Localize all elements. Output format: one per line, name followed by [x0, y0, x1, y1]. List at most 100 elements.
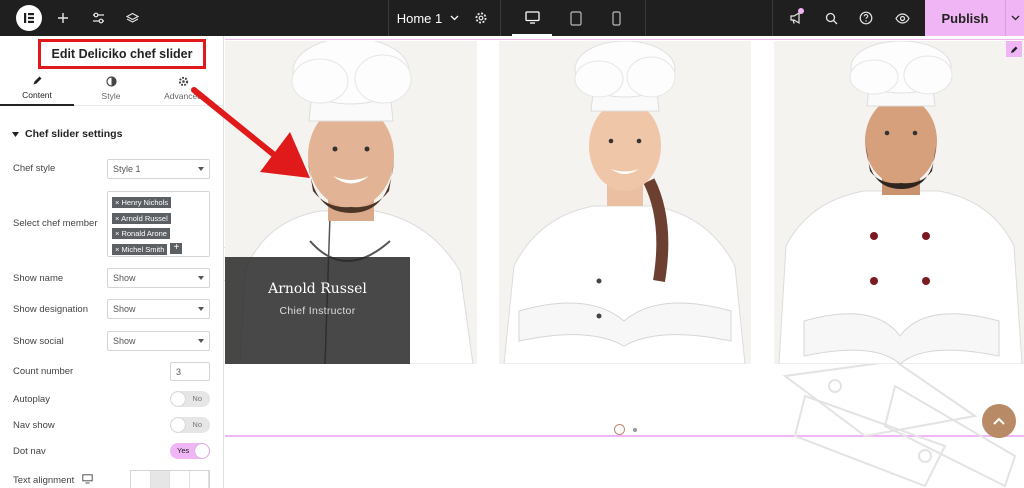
member-tag[interactable]: × Ronald Arone	[112, 228, 170, 239]
divider	[645, 0, 646, 36]
notification-dot	[798, 8, 804, 14]
section-toggle-chef-slider-settings[interactable]: Chef slider settings	[12, 128, 122, 140]
select-value: Show	[113, 273, 136, 283]
help-icon	[859, 11, 873, 25]
toggle-state: No	[192, 394, 202, 403]
plus-icon	[58, 13, 68, 23]
chef-member-multiselect[interactable]: × Henry Nichols × Arnold Russel × Ronald…	[107, 191, 210, 257]
align-right-button[interactable]	[170, 471, 190, 488]
preview-button[interactable]	[891, 0, 913, 36]
divider	[772, 0, 773, 36]
dot-nav-toggle[interactable]: Yes	[170, 443, 210, 459]
chevron-down-icon	[450, 15, 459, 21]
structure-button[interactable]	[121, 0, 143, 36]
add-member-button[interactable]: +	[170, 242, 183, 254]
dot-nav-label: Dot nav	[13, 446, 46, 457]
editor-canvas: Arnold Russel Chief Instructor	[225, 36, 1024, 488]
member-tag[interactable]: × Arnold Russel	[112, 212, 171, 224]
select-value: Show	[113, 336, 136, 346]
show-designation-select[interactable]: Show	[107, 299, 210, 319]
show-name-label: Show name	[13, 273, 64, 284]
show-designation-label: Show designation	[13, 304, 88, 315]
section-outline	[225, 39, 1024, 40]
desktop-icon	[524, 10, 540, 24]
nav-show-toggle[interactable]: No	[170, 417, 210, 433]
show-social-label: Show social	[13, 336, 64, 347]
half-circle-icon	[105, 75, 117, 87]
tablet-icon	[570, 10, 582, 26]
autoplay-toggle[interactable]: No	[170, 391, 210, 407]
edit-widget-button[interactable]	[1006, 41, 1022, 57]
annotation-arrow-icon	[191, 87, 310, 178]
scroll-to-top-button[interactable]	[982, 404, 1016, 438]
tag-text: Arnold Russel	[121, 213, 168, 223]
panel-title: Edit Deliciko chef slider	[38, 39, 206, 69]
layers-icon	[125, 12, 139, 23]
autoplay-label: Autoplay	[13, 394, 50, 405]
slider-dot[interactable]	[633, 427, 637, 432]
member-tag[interactable]: × Henry Nichols	[112, 197, 172, 208]
desktop-icon	[82, 474, 93, 484]
tablet-view-button[interactable]	[556, 0, 596, 36]
align-justify-button[interactable]	[190, 471, 209, 488]
slider-dot-active[interactable]	[614, 424, 625, 435]
divider	[388, 0, 389, 36]
chef-photo	[774, 41, 1024, 364]
chevron-down-icon	[1011, 15, 1019, 21]
responsive-desktop-icon[interactable]	[82, 473, 93, 487]
gear-icon	[475, 12, 487, 24]
publish-button[interactable]: Publish	[925, 0, 1005, 36]
elementor-logo-icon	[24, 13, 34, 23]
tab-style[interactable]: Style	[74, 70, 148, 106]
pencil-icon	[1010, 46, 1017, 53]
tab-label: Style	[101, 90, 121, 101]
show-social-select[interactable]: Show	[107, 331, 210, 351]
caret-down-icon	[198, 307, 204, 311]
slider-dot-nav	[614, 424, 637, 435]
select-value: Style 1	[113, 164, 141, 174]
text-alignment-label: Text alignment	[13, 475, 75, 486]
text-alignment-buttons	[130, 470, 210, 488]
help-button[interactable]	[855, 0, 877, 36]
chef-card[interactable]	[774, 41, 1024, 364]
chef-name: Arnold Russel	[268, 281, 367, 297]
chef-style-label: Chef style	[13, 163, 56, 174]
toggle-knob	[171, 418, 185, 432]
pencil-icon	[33, 76, 41, 84]
chef-card[interactable]	[499, 41, 751, 364]
caret-down-icon	[12, 131, 19, 137]
notifications-button[interactable]	[784, 0, 808, 36]
editor-top-bar: Home 1 Publish	[0, 0, 1024, 36]
search-button[interactable]	[820, 0, 842, 36]
add-element-button[interactable]	[52, 0, 74, 36]
publish-options-button[interactable]	[1005, 0, 1024, 36]
page-name: Home 1	[396, 10, 443, 26]
tab-content[interactable]: Content	[0, 70, 74, 106]
desktop-view-button[interactable]	[512, 0, 552, 36]
tag-text: Michel Smith	[121, 244, 165, 254]
chevron-up-icon	[993, 417, 1005, 425]
count-number-input[interactable]: 3	[170, 362, 210, 381]
toggle-state: Yes	[177, 446, 190, 455]
search-icon	[825, 12, 837, 24]
elementor-logo-button[interactable]	[16, 5, 42, 31]
nav-show-label: Nav show	[13, 420, 55, 431]
tag-text: Henry Nichols	[121, 198, 169, 207]
caret-down-icon	[198, 339, 204, 343]
mobile-icon	[611, 10, 621, 26]
show-name-select[interactable]: Show	[107, 268, 210, 288]
select-value: Show	[113, 304, 136, 314]
tag-text: Ronald Arone	[121, 229, 167, 238]
align-center-button[interactable]	[150, 471, 170, 488]
section-title: Chef slider settings	[25, 128, 123, 140]
input-value: 3	[176, 366, 182, 377]
mobile-view-button[interactable]	[598, 0, 634, 36]
eye-icon	[894, 12, 910, 24]
page-select-dropdown[interactable]: Home 1	[390, 0, 466, 36]
caret-down-icon	[198, 276, 204, 280]
chef-photo	[499, 41, 751, 364]
site-settings-button[interactable]	[87, 0, 109, 36]
align-left-button[interactable]	[131, 471, 151, 488]
page-settings-button[interactable]	[470, 0, 492, 36]
member-tag[interactable]: × Michel Smith	[112, 243, 168, 255]
